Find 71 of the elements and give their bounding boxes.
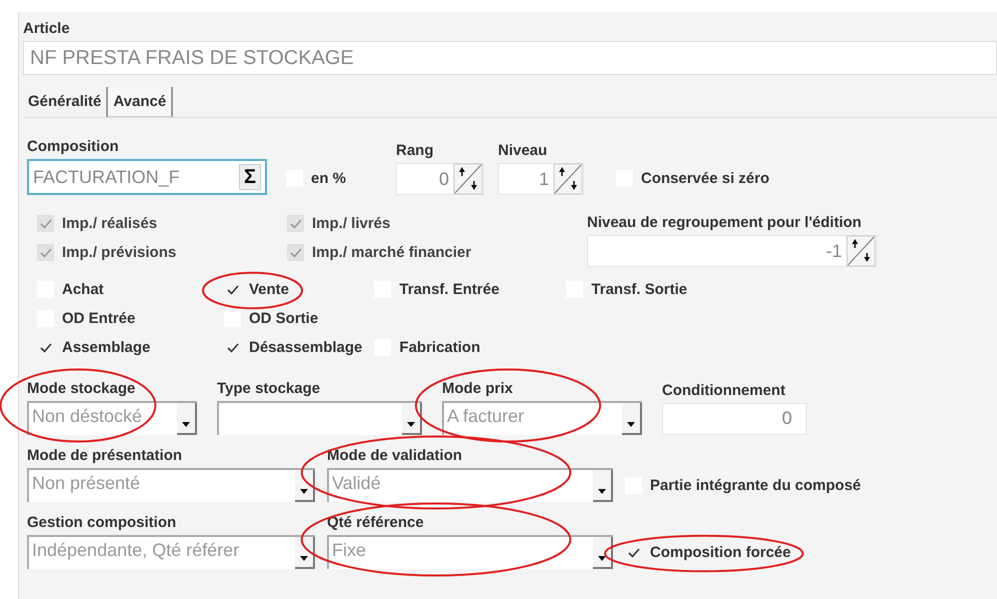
check-icon (290, 248, 302, 258)
dropdown[interactable]: Fixe (327, 535, 613, 569)
checkbox-label: Désassemblage (249, 339, 362, 356)
niveau-spinner[interactable]: 1 (498, 163, 584, 195)
caret-icon (598, 556, 606, 561)
field-label: Mode de présentation (27, 447, 184, 464)
caret-icon (182, 422, 190, 427)
dropdown[interactable]: Non déstocké (27, 401, 197, 435)
check-icon (40, 248, 52, 258)
field-label: Composition (27, 138, 120, 155)
checkbox-label: Imp./ réalisés (62, 215, 158, 232)
checkbox-label: Imp./ marché financier (312, 244, 472, 261)
checkbox-label: OD Entrée (62, 310, 136, 327)
dropdown-button[interactable] (622, 403, 642, 435)
checkbox-label: Imp./ livrés (312, 215, 390, 232)
field-label: Mode prix (442, 380, 514, 397)
checkbox-label: Assemblage (62, 339, 150, 356)
checkbox-label: Achat (62, 281, 104, 298)
spin-button[interactable] (453, 163, 483, 195)
field-label: Type stockage (217, 380, 322, 397)
field-label: Mode de validation (327, 447, 464, 464)
dropdown-button[interactable] (593, 470, 613, 502)
dropdown-button[interactable] (295, 470, 315, 502)
checkbox-label: Transf. Entrée (399, 281, 500, 298)
article-field[interactable]: NF PRESTA FRAIS DE STOCKAGE (23, 41, 997, 75)
field-label: Article (23, 20, 71, 37)
checkbox-label: Composition forcée (650, 544, 791, 561)
check-icon (40, 218, 52, 228)
dropdown[interactable] (217, 401, 422, 435)
caret-icon (627, 422, 635, 427)
checkbox[interactable] (224, 310, 241, 327)
check-icon (290, 218, 302, 228)
caret-icon (300, 556, 308, 561)
check-icon (40, 342, 52, 352)
dropdown[interactable]: Non présenté (27, 468, 315, 502)
regroupement-spinner[interactable]: -1 (587, 235, 877, 267)
checkbox-label: Fabrication (399, 339, 480, 356)
number-field[interactable]: 0 (662, 403, 807, 435)
caret-icon (598, 489, 606, 494)
field-label: Rang (396, 142, 434, 159)
dropdown[interactable]: Validé (327, 468, 613, 502)
check-icon (628, 548, 640, 558)
rang-spinner[interactable]: 0 (396, 163, 484, 195)
field-label: Niveau (498, 142, 548, 159)
dropdown-button[interactable] (295, 537, 315, 569)
checkbox-label: en % (311, 170, 346, 187)
spin-button[interactable] (846, 235, 876, 267)
composition-field[interactable]: FACTURATION_F Σ (27, 159, 267, 195)
field-label: Conditionnement (662, 382, 786, 399)
checkbox-label: Conservée si zéro (641, 170, 770, 187)
field-label: Gestion composition (27, 514, 178, 531)
dropdown-button[interactable] (177, 403, 197, 435)
caret-icon (407, 422, 415, 427)
dropdown[interactable]: A facturer (442, 401, 642, 435)
check-icon (226, 284, 238, 294)
checkbox-label: Partie intégrante du composé (650, 477, 861, 494)
checkbox-label: Vente (249, 281, 290, 298)
field-label: Mode stockage (27, 380, 136, 397)
dropdown-button[interactable] (593, 537, 613, 569)
field-label: Qté référence (327, 514, 425, 531)
dropdown-button[interactable] (402, 403, 422, 435)
spin-button[interactable] (553, 163, 583, 195)
checkbox-label: Imp./ prévisions (62, 244, 176, 261)
check-icon (226, 342, 238, 352)
sum-button[interactable]: Σ (238, 164, 261, 190)
tab[interactable]: Avancé (108, 87, 174, 117)
dropdown[interactable]: Indépendante, Qté référer (27, 535, 315, 569)
checkbox-label: Transf. Sortie (591, 281, 688, 298)
field-label: Niveau de regroupement pour l'édition (587, 214, 862, 231)
caret-icon (300, 489, 308, 494)
checkbox-label: OD Sortie (249, 310, 318, 327)
